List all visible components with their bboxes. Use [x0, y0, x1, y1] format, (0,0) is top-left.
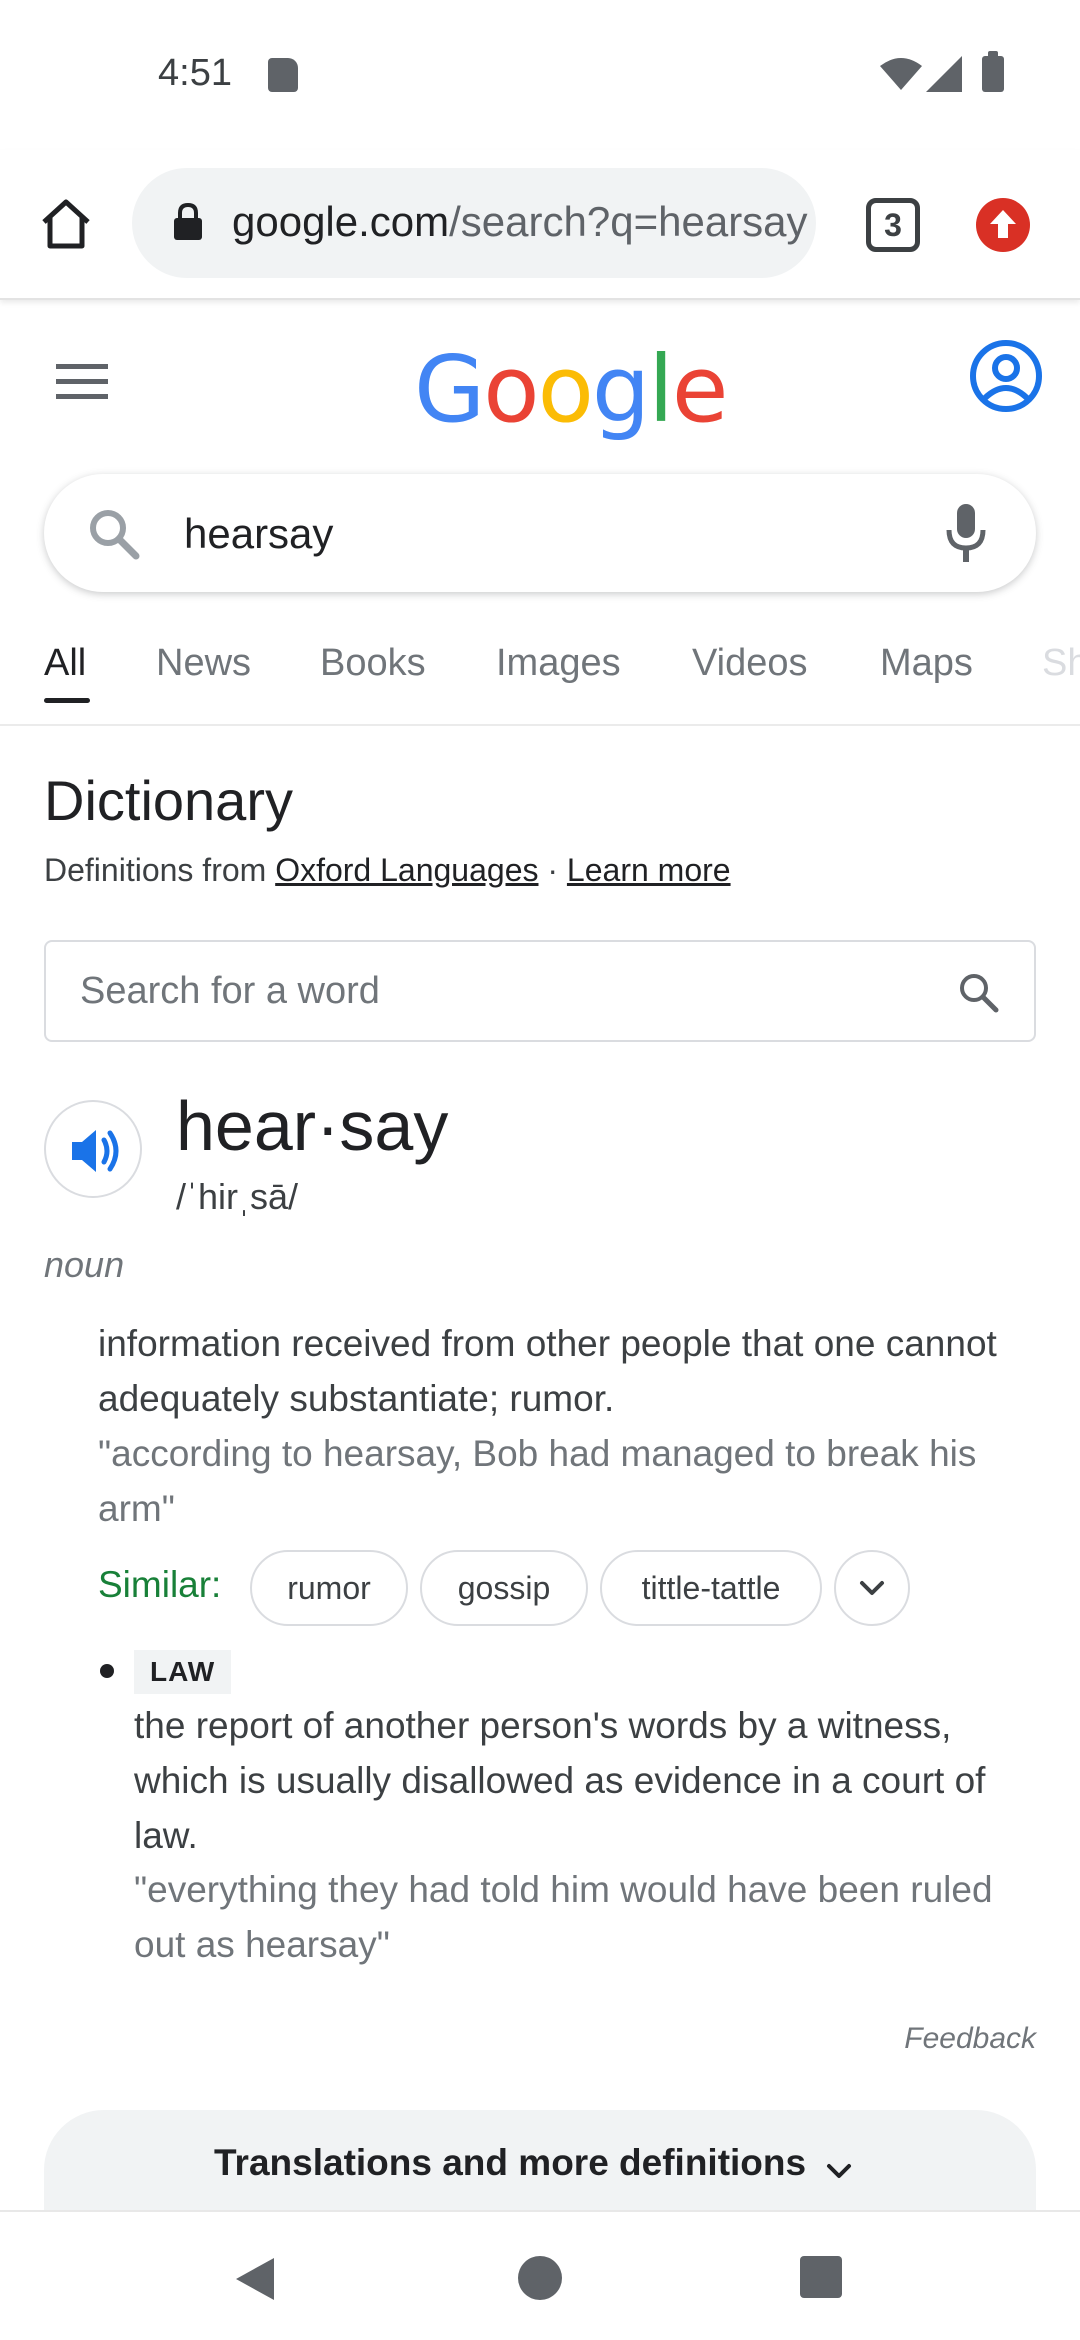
back-icon[interactable] — [234, 2256, 276, 2302]
tab-all[interactable]: All — [44, 642, 86, 685]
home-nav-icon[interactable] — [518, 2256, 562, 2300]
similar-chip-tittle-tattle[interactable]: tittle-tattle — [600, 1550, 822, 1626]
similar-chip-gossip[interactable]: gossip — [420, 1550, 588, 1626]
logo-letter: e — [671, 336, 729, 443]
logo-letter: o — [537, 336, 594, 443]
chevron-down-icon — [827, 2164, 851, 2178]
status-bar: 4:51 — [0, 0, 1080, 150]
similar-label: Similar: — [98, 1564, 222, 1605]
chevron-down-icon — [860, 1581, 884, 1595]
example-1: "according to hearsay, Bob had managed t… — [98, 1433, 977, 1529]
tab-books[interactable]: Books — [320, 642, 426, 685]
url-path: /search?q=hearsay — [449, 198, 808, 245]
signal-icon — [926, 56, 962, 92]
tab-shopping[interactable]: Sh — [1042, 642, 1080, 685]
tab-maps[interactable]: Maps — [880, 642, 973, 685]
url-domain: google.com — [232, 198, 450, 245]
search-input[interactable]: hearsay — [184, 510, 333, 558]
logo-letter: o — [483, 336, 539, 443]
url-text: google.com/search?q=hearsay — [232, 198, 808, 246]
tab-news[interactable]: News — [156, 642, 251, 685]
update-icon[interactable] — [976, 198, 1030, 252]
definition-2: the report of another person's words by … — [134, 1705, 986, 1856]
pronunciation-button[interactable] — [44, 1100, 142, 1198]
recent-apps-icon[interactable] — [800, 2256, 842, 2298]
tab-active-indicator — [44, 698, 90, 703]
wifi-icon — [880, 58, 922, 90]
battery-icon — [982, 51, 1004, 92]
dictionary-title: Dictionary — [44, 769, 293, 832]
dictionary-source: Definitions from Oxford Languages · Lear… — [44, 852, 731, 889]
phonetic: /ˈhirˌsā/ — [176, 1176, 299, 1217]
arrow-up-icon — [990, 210, 1016, 238]
tab-images[interactable]: Images — [496, 642, 621, 685]
search-icon[interactable] — [956, 970, 1002, 1016]
similar-expand-button[interactable] — [834, 1550, 910, 1626]
account-icon[interactable] — [966, 338, 1080, 454]
source-prefix: Definitions from — [44, 852, 276, 888]
system-nav-bar — [0, 2210, 1080, 2340]
bullet — [100, 1664, 114, 1678]
oxford-languages-link[interactable]: Oxford Languages — [275, 852, 538, 888]
search-box[interactable]: hearsay — [44, 474, 1036, 592]
example-2: "everything they had told him would have… — [134, 1869, 993, 1965]
law-tag: LAW — [134, 1650, 232, 1694]
status-time: 4:51 — [158, 52, 232, 94]
logo-letter: g — [591, 336, 650, 443]
home-icon[interactable] — [36, 194, 96, 254]
logo-letter: l — [648, 336, 674, 443]
speaker-icon — [72, 1130, 119, 1172]
address-bar[interactable]: google.com/search?q=hearsay — [132, 168, 816, 278]
logo-letter: G — [414, 336, 485, 443]
lock-icon — [174, 202, 202, 240]
tab-switcher-button[interactable]: 3 — [866, 198, 920, 252]
search-tabs: All News Books Images Videos Maps Sh — [0, 630, 1080, 726]
source-separator: · — [538, 852, 567, 888]
headword: hear·say — [176, 1087, 449, 1165]
tab-videos[interactable]: Videos — [692, 642, 808, 685]
learn-more-link[interactable]: Learn more — [567, 852, 731, 888]
definition-1: information received from other people t… — [98, 1323, 997, 1419]
feedback-link[interactable]: Feedback — [904, 2022, 1036, 2056]
browser-toolbar: google.com/search?q=hearsay 3 — [0, 150, 1080, 300]
part-of-speech: noun — [44, 1244, 125, 1285]
word-search-field[interactable]: Search for a word — [44, 940, 1036, 1042]
sd-card-icon — [268, 58, 298, 92]
mic-icon[interactable] — [944, 502, 988, 564]
menu-icon[interactable] — [56, 362, 108, 402]
word-search-placeholder: Search for a word — [80, 970, 380, 1012]
similar-chip-rumor[interactable]: rumor — [250, 1550, 408, 1626]
search-icon[interactable] — [84, 504, 144, 564]
more-definitions-label: Translations and more definitions — [214, 2142, 807, 2183]
google-logo[interactable]: Google — [414, 336, 729, 443]
